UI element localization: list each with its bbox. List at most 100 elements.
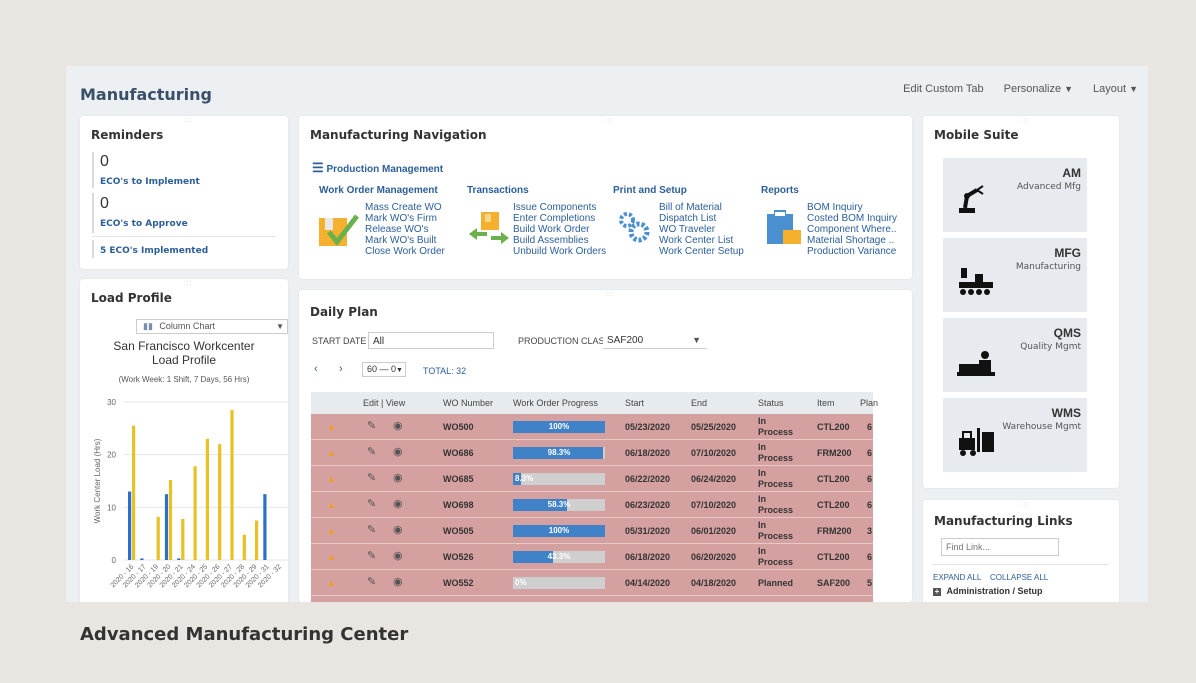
edit-custom-tab-link[interactable]: Edit Custom Tab (903, 83, 984, 95)
start-date: 05/31/2020 (625, 526, 671, 536)
column-header[interactable]: Start (625, 392, 644, 414)
table-row[interactable]: ▲ ✎ ◉ WO500 100% 05/23/2020 05/25/2020 In Proce… (311, 414, 873, 440)
table-row[interactable]: ▲✎◉WO5860%04/15/202004/15/2020ReleasedSA… (311, 596, 873, 602)
nav-link[interactable]: Build Work Order (513, 224, 590, 235)
column-header[interactable]: Work Order Progress (513, 392, 598, 414)
page-size-select[interactable]: 60 — 0▼ (362, 362, 406, 377)
edit-icon[interactable]: ✎ (367, 445, 376, 458)
nav-link[interactable]: Issue Components (513, 202, 596, 213)
wo-number[interactable]: WO552 (443, 578, 474, 588)
nav-link[interactable]: Work Center List (659, 235, 733, 246)
edit-icon[interactable]: ✎ (367, 601, 376, 602)
tile-am[interactable]: AM Advanced Mfg (943, 158, 1087, 232)
plan-qty: 5 (867, 578, 873, 588)
column-header[interactable]: Item (817, 392, 835, 414)
table-header: Edit | View WO Number Work Order Progres… (311, 392, 878, 430)
drag-handle[interactable]: ::: (606, 118, 614, 124)
table-row[interactable]: ▲ ✎ ◉ WO526 43.3% 06/18/2020 06/20/2020 In Proc… (311, 544, 873, 570)
personalize-menu[interactable]: Personalize ▼ (1004, 83, 1073, 95)
view-icon[interactable]: ◉ (393, 445, 403, 458)
view-icon[interactable]: ◉ (393, 497, 403, 510)
table-row[interactable]: ▲ ✎ ◉ WO552 0% 04/14/2020 04/18/2020 Planned SAF… (311, 570, 873, 596)
wo-number[interactable]: WO686 (443, 448, 474, 458)
link-group-administration[interactable]: + Administration / Setup (933, 586, 1043, 596)
nav-link[interactable]: Mark WO's Built (365, 235, 436, 246)
nav-link[interactable]: Close Work Order (365, 246, 445, 257)
edit-icon[interactable]: ✎ (367, 419, 376, 432)
nav-link[interactable]: Dispatch List (659, 213, 716, 224)
chart-bar (218, 444, 222, 560)
drag-handle[interactable]: ::: (606, 292, 614, 298)
view-icon[interactable]: ◉ (393, 523, 403, 536)
nav-link[interactable]: WO Traveler (659, 224, 715, 235)
nav-link[interactable]: Costed BOM Inquiry (807, 213, 897, 224)
tile-code: AM (1062, 166, 1081, 180)
table-row[interactable]: ▲ ✎ ◉ WO686 98.3% 06/18/2020 07/10/2020 In Proc… (311, 440, 873, 466)
nav-link[interactable]: Component Where.. (807, 224, 897, 235)
edit-icon[interactable]: ✎ (367, 549, 376, 562)
nav-link[interactable]: Mark WO's Firm (365, 213, 437, 224)
wo-number[interactable]: WO505 (443, 526, 474, 536)
view-icon[interactable]: ◉ (393, 575, 403, 588)
table-row[interactable]: ▲ ✎ ◉ WO698 58.3% 06/23/2020 07/10/2020 In Proc… (311, 492, 873, 518)
table-row[interactable]: ▲ ✎ ◉ WO505 100% 05/31/2020 06/01/2020 In Proce… (311, 518, 873, 544)
daily-plan-portlet: ::: Daily Plan START DATE All PRODUCTION… (299, 290, 912, 602)
progress-text: 100% (548, 422, 570, 431)
item: CTL200 (817, 500, 850, 510)
view-icon[interactable]: ◉ (393, 601, 403, 602)
expand-all-link[interactable]: EXPAND ALL (933, 573, 981, 582)
wo-number[interactable]: WO698 (443, 500, 474, 510)
table-row[interactable]: ▲ ✎ ◉ WO685 8.3% 06/22/2020 06/24/2020 In Proce… (311, 466, 873, 492)
edit-icon[interactable]: ✎ (367, 471, 376, 484)
tile-code: WMS (1051, 406, 1081, 420)
page-caption: Advanced Manufacturing Center (80, 624, 409, 645)
reminder-link[interactable]: ECO's to Approve (100, 219, 188, 229)
reminder-count: 0 (100, 195, 109, 212)
nav-link[interactable]: Production Variance (807, 246, 896, 257)
nav-link[interactable]: Enter Completions (513, 213, 595, 224)
nav-link[interactable]: Work Center Setup (659, 246, 744, 257)
production-class-label: PRODUCTION CLASS (518, 336, 611, 346)
edit-icon[interactable]: ✎ (367, 497, 376, 510)
layout-menu[interactable]: Layout ▼ (1093, 83, 1138, 95)
drag-handle[interactable]: ::: (184, 118, 192, 124)
drag-handle[interactable]: ::: (1021, 502, 1029, 508)
warning-icon: ▲ (327, 578, 336, 588)
next-page-icon[interactable]: › (339, 363, 343, 375)
column-header[interactable]: Status (758, 392, 784, 414)
nav-link[interactable]: Mass Create WO (365, 202, 442, 213)
production-class-select[interactable]: SAF200 ▼ (603, 332, 707, 349)
edit-icon[interactable]: ✎ (367, 575, 376, 588)
y-tick-label: 10 (107, 503, 116, 512)
nav-link[interactable]: Bill of Material (659, 202, 722, 213)
drag-handle[interactable]: ::: (1021, 118, 1029, 124)
view-icon[interactable]: ◉ (393, 471, 403, 484)
column-header[interactable]: End (691, 392, 707, 414)
tile-mfg[interactable]: MFG Manufacturing (943, 238, 1087, 312)
wo-number[interactable]: WO500 (443, 422, 474, 432)
nav-link[interactable]: Material Shortage .. (807, 235, 894, 246)
tile-wms[interactable]: WMS Warehouse Mgmt (943, 398, 1087, 472)
reminder-link[interactable]: 5 ECO's Implemented (100, 246, 208, 256)
wo-number[interactable]: WO685 (443, 474, 474, 484)
nav-link[interactable]: Unbuild Work Orders (513, 246, 606, 257)
nav-link[interactable]: BOM Inquiry (807, 202, 863, 213)
nav-link[interactable]: Release WO's (365, 224, 429, 235)
find-link-input[interactable] (941, 538, 1059, 556)
edit-icon[interactable]: ✎ (367, 523, 376, 536)
start-date-label: START DATE (312, 336, 367, 346)
view-icon[interactable]: ◉ (393, 419, 403, 432)
view-icon[interactable]: ◉ (393, 549, 403, 562)
prev-page-icon[interactable]: ‹ (314, 363, 318, 375)
collapse-all-link[interactable]: COLLAPSE ALL (990, 573, 1048, 582)
progress-text: 8.3% (515, 474, 534, 483)
tile-qms[interactable]: QMS Quality Mgmt (943, 318, 1087, 392)
wo-number[interactable]: WO526 (443, 552, 474, 562)
column-header[interactable]: Edit | View (363, 392, 405, 414)
expand-icon: + (933, 587, 941, 596)
start-date-input[interactable]: All (368, 332, 494, 349)
column-header[interactable]: WO Number (443, 392, 493, 414)
reminder-link[interactable]: ECO's to Implement (100, 177, 200, 187)
production-management-menu[interactable]: ☰ Production Management (312, 160, 443, 176)
nav-link[interactable]: Build Assemblies (513, 235, 589, 246)
